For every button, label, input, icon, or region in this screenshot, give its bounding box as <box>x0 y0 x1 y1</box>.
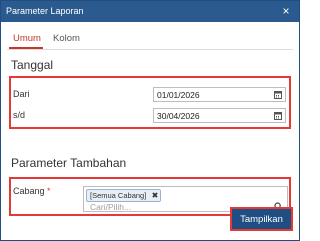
from-date-field[interactable]: 01/01/2026 <box>153 87 286 102</box>
calendar-icon[interactable] <box>274 111 282 120</box>
remove-chip-icon[interactable]: ✖ <box>152 190 159 201</box>
from-date-label: Dari <box>13 89 30 99</box>
to-date-field[interactable]: 30/04/2026 <box>153 108 286 123</box>
close-icon[interactable]: × <box>279 3 293 19</box>
tab-kolom[interactable]: Kolom <box>53 33 80 45</box>
branch-chip: [Semua Cabang] ✖ <box>86 189 162 202</box>
branch-chip-label: [Semua Cabang] <box>90 191 147 200</box>
required-mark: * <box>47 186 51 196</box>
dialog-title: Parameter Laporan <box>6 6 84 16</box>
to-date-value: 30/04/2026 <box>157 111 200 121</box>
branch-search-placeholder[interactable]: Cari/Pilih... <box>90 202 131 212</box>
branch-label: Cabang * <box>13 186 51 197</box>
branch-label-text: Cabang <box>13 186 45 196</box>
section-title-parameter-tambahan: Parameter Tambahan <box>11 156 127 170</box>
from-date-value: 01/01/2026 <box>157 90 200 100</box>
calendar-icon[interactable] <box>274 90 282 99</box>
report-parameter-dialog: Parameter Laporan × Umum Kolom Tanggal D… <box>0 0 300 241</box>
tabs-divider <box>7 49 293 50</box>
to-date-label: s/d <box>13 110 26 120</box>
tab-umum[interactable]: Umum <box>13 33 41 45</box>
dialog-titlebar: Parameter Laporan × <box>1 1 299 22</box>
tampilkan-button[interactable]: Tampilkan <box>232 209 291 229</box>
section-title-tanggal: Tanggal <box>11 58 54 72</box>
